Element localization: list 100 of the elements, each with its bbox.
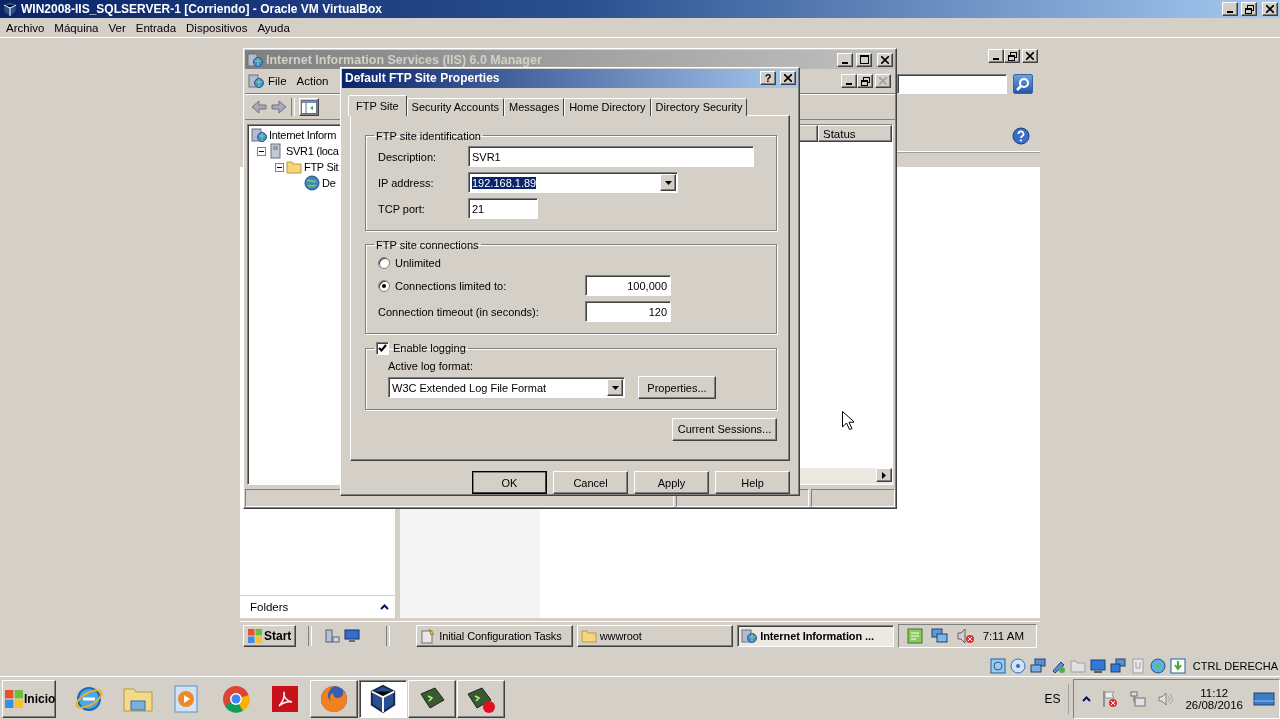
close-icon — [881, 55, 889, 64]
network-icon[interactable] — [930, 627, 949, 644]
window-title: WIN2008-IIS_SQLSERVER-1 [Corriendo] - Oracle VM VirtualBox — [21, 2, 382, 16]
close-button[interactable] — [875, 74, 891, 88]
properties-button[interactable]: Properties... — [638, 376, 716, 400]
monitor-icon[interactable] — [344, 628, 361, 643]
speaker-muted-icon[interactable] — [956, 627, 975, 644]
dropdown-button[interactable] — [607, 379, 623, 397]
timeout-field[interactable]: 120 — [585, 301, 671, 323]
restore-button[interactable] — [1241, 2, 1257, 16]
minimize-button[interactable] — [841, 74, 857, 88]
description-field[interactable]: SVR1 — [468, 146, 754, 168]
disc-icon[interactable] — [1009, 657, 1026, 674]
group-title: FTP site identification — [376, 129, 481, 142]
close-button[interactable] — [1262, 2, 1278, 16]
collapse-icon[interactable] — [257, 146, 266, 156]
menu-item[interactable]: Action — [292, 75, 335, 87]
menu-item[interactable]: Dispositivos — [182, 21, 254, 34]
server-manager-icon[interactable] — [324, 627, 341, 644]
start-button[interactable]: Inicio — [2, 679, 56, 718]
menu-item[interactable]: Máquina — [50, 21, 105, 34]
tab[interactable]: Home Directory — [564, 97, 651, 116]
tab[interactable]: Directory Security — [650, 97, 748, 116]
cube-icon — [2, 1, 18, 17]
taskbar-button[interactable]: wwwroot — [576, 624, 734, 647]
current-sessions-button[interactable]: Current Sessions... — [672, 417, 777, 441]
radio-button[interactable] — [378, 256, 390, 269]
minimize-button[interactable] — [988, 49, 1004, 63]
maximize-button[interactable] — [856, 52, 872, 67]
tree-item[interactable]: FTP Sit — [304, 161, 339, 173]
taskbar-button[interactable]: Internet Information ... — [737, 624, 894, 647]
tree-item[interactable]: De — [322, 177, 336, 189]
help-icon[interactable] — [1012, 127, 1030, 145]
tab[interactable]: Messages — [504, 97, 565, 116]
help-button[interactable]: ? — [760, 71, 776, 86]
network-icon[interactable] — [1129, 689, 1148, 708]
tab[interactable]: FTP Site — [348, 94, 407, 116]
search-field[interactable] — [897, 74, 1007, 94]
option-label[interactable]: Connections limited to: — [395, 279, 585, 292]
forward-icon[interactable] — [271, 100, 287, 114]
start-button[interactable]: Start — [243, 624, 297, 647]
minimize-button[interactable] — [1222, 2, 1238, 16]
tab[interactable]: Security Accounts — [406, 97, 505, 116]
show-desktop-icon[interactable] — [1253, 690, 1275, 707]
close-button[interactable] — [1022, 49, 1038, 63]
scroll-right-button[interactable] — [876, 468, 892, 482]
menu-item[interactable]: Ver — [104, 21, 132, 34]
dialog-button[interactable]: Cancel — [553, 471, 628, 494]
window-title: Internet Information Services (IIS) 6.0 Manager — [266, 52, 542, 67]
close-icon — [879, 77, 887, 85]
chevron-up-icon[interactable] — [380, 604, 389, 610]
field-label: Active log format: — [388, 359, 474, 372]
option-label[interactable]: Unlimited — [395, 256, 441, 269]
globe-icon — [304, 175, 320, 191]
menu-item[interactable]: Entrada — [131, 21, 183, 34]
minimize-icon — [993, 58, 999, 60]
taskbar-button[interactable]: Initial Configuration Tasks — [416, 624, 573, 647]
folder-icon — [286, 160, 302, 174]
close-button[interactable] — [877, 52, 893, 67]
close-button[interactable] — [780, 71, 796, 86]
media-player-icon — [173, 683, 201, 714]
host-key-label: CTRL DERECHA — [1192, 659, 1278, 672]
restore-button[interactable] — [1004, 49, 1020, 63]
chevron-up-icon[interactable] — [1082, 695, 1092, 702]
tasks-icon — [420, 627, 437, 644]
folder-icon — [580, 628, 597, 643]
search-button[interactable] — [1013, 74, 1033, 94]
port-field[interactable]: 21 — [468, 198, 538, 220]
dialog-button[interactable]: OK — [472, 471, 547, 494]
collapse-icon[interactable] — [275, 162, 284, 172]
language-indicator[interactable]: ES — [1044, 683, 1070, 714]
tree-item[interactable]: SVR1 (loca — [286, 145, 339, 157]
display-icon[interactable] — [1089, 657, 1106, 674]
download-icon[interactable] — [1169, 657, 1186, 674]
dialog-button[interactable]: Help — [715, 471, 790, 494]
restore-button[interactable] — [857, 74, 873, 88]
menu-item[interactable]: Ayuda — [253, 21, 296, 34]
checkbox-label[interactable]: Enable logging — [393, 342, 466, 355]
minimize-button[interactable] — [837, 52, 853, 67]
flag-icon[interactable] — [1101, 689, 1120, 708]
cube-icon — [368, 683, 398, 714]
dialog-button[interactable]: Apply — [634, 471, 709, 494]
back-icon[interactable] — [251, 100, 267, 114]
ip-address-dropdown[interactable]: 192.168.1.89 — [468, 172, 678, 194]
log-format-dropdown[interactable]: W3C Extended Log File Format — [388, 377, 625, 399]
connections-limit-field[interactable]: 100,000 — [585, 275, 671, 297]
app-icon — [247, 51, 263, 68]
windows-icon[interactable] — [1109, 657, 1126, 674]
dropdown-button[interactable] — [660, 174, 676, 192]
taskbar-app[interactable] — [359, 679, 407, 718]
restore-icon — [1244, 4, 1254, 14]
caret-icon — [664, 180, 672, 185]
tree-item[interactable]: Internet Inform — [269, 129, 337, 141]
menu-item[interactable]: Archivo — [2, 21, 51, 34]
network-icon[interactable] — [1029, 657, 1046, 674]
folders-label: Folders — [250, 601, 289, 613]
column-header[interactable]: Status — [818, 125, 892, 142]
menu-item[interactable]: File — [264, 75, 293, 87]
pdf-icon — [271, 684, 299, 713]
checkbox[interactable] — [376, 341, 389, 355]
